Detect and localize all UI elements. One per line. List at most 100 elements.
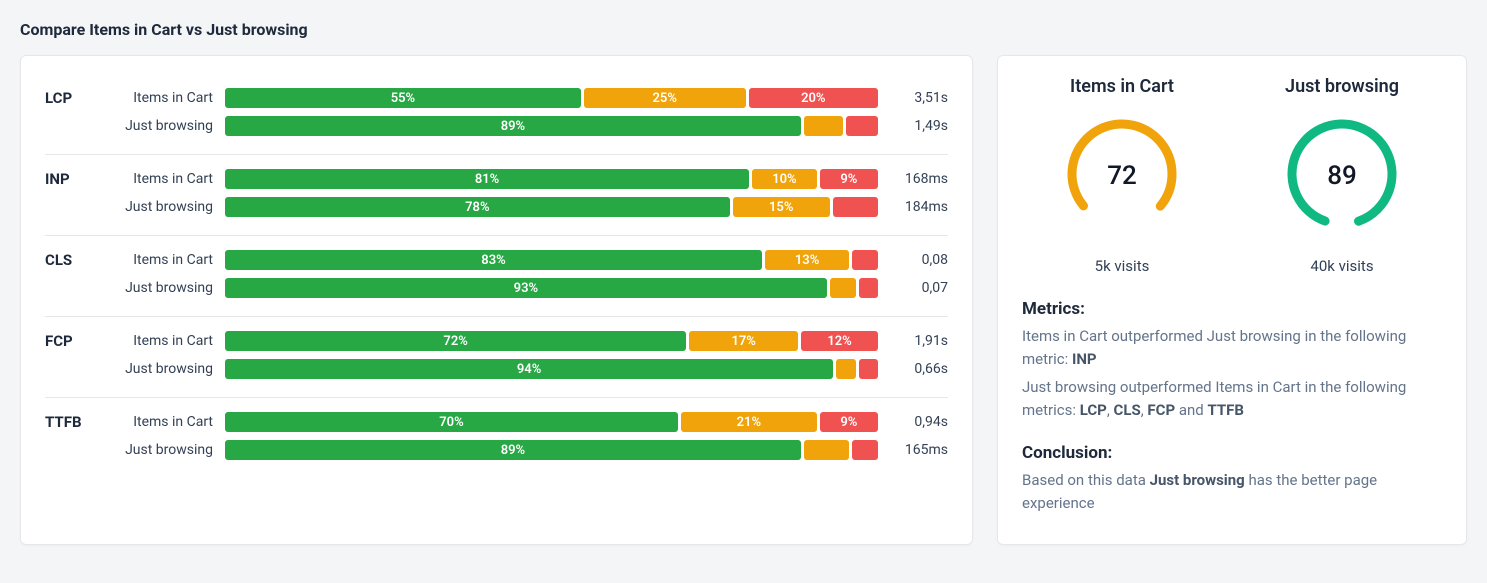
metrics-heading: Metrics: bbox=[1022, 299, 1442, 319]
metric-value: 3,51s bbox=[878, 90, 948, 106]
gauge-score: 89 bbox=[1327, 161, 1357, 191]
stacked-bar: 93% bbox=[225, 278, 878, 298]
gauge: Items in Cart 72 5k visits bbox=[1057, 76, 1187, 275]
series-name: Items in Cart bbox=[105, 90, 225, 106]
bar-segment-bad bbox=[846, 116, 878, 136]
conclusion-text: Based on this data Just browsing has the… bbox=[1022, 469, 1442, 514]
bar-segment-warn: 15% bbox=[733, 197, 830, 217]
series-name: Just browsing bbox=[105, 280, 225, 296]
metric-row: LCPItems in Cart55%25%20%3,51s bbox=[45, 84, 948, 112]
metric-name: LCP bbox=[45, 89, 105, 107]
metric-name: CLS bbox=[45, 251, 105, 269]
stacked-bar: 78%15% bbox=[225, 197, 878, 217]
metric-value: 168ms bbox=[878, 171, 948, 187]
gauge-visits: 40k visits bbox=[1277, 257, 1407, 275]
bar-segment-warn: 17% bbox=[689, 331, 798, 351]
bar-segment-warn: 25% bbox=[584, 88, 746, 108]
series-name: Just browsing bbox=[105, 199, 225, 215]
bar-segment-warn bbox=[830, 278, 856, 298]
metric-row: Just browsing89% 1,49s bbox=[45, 112, 948, 140]
metric-value: 165ms bbox=[878, 442, 948, 458]
metric-value: 0,07 bbox=[878, 280, 948, 296]
summary-card: Items in Cart 72 5k visits Just browsing 89 4… bbox=[997, 55, 1467, 545]
metric-row: CLSItems in Cart83%13%0,08 bbox=[45, 246, 948, 274]
bar-segment-good: 72% bbox=[225, 331, 686, 351]
series-name: Items in Cart bbox=[105, 333, 225, 349]
stacked-bar: 89% bbox=[225, 440, 878, 460]
bar-segment-good: 70% bbox=[225, 412, 678, 432]
gauge-ring-icon: 72 bbox=[1057, 109, 1187, 239]
stacked-bar: 70%21%9% bbox=[225, 412, 878, 432]
gauge-visits: 5k visits bbox=[1057, 257, 1187, 275]
bar-segment-bad: 12% bbox=[801, 331, 878, 351]
bar-segment-warn bbox=[804, 116, 843, 136]
bar-segment-good: 93% bbox=[225, 278, 827, 298]
metric-row: Just browsing89% 165ms bbox=[45, 436, 948, 464]
bar-segment-bad: 9% bbox=[820, 412, 878, 432]
conclusion-heading: Conclusion: bbox=[1022, 443, 1442, 463]
gauge: Just browsing 89 40k visits bbox=[1277, 76, 1407, 275]
bar-segment-good: 89% bbox=[225, 116, 801, 136]
stacked-bar: 55%25%20% bbox=[225, 88, 878, 108]
metric-row: INPItems in Cart81%10%9%168ms bbox=[45, 165, 948, 193]
bar-segment-bad: 20% bbox=[749, 88, 878, 108]
metric-value: 184ms bbox=[878, 199, 948, 215]
gauges-row: Items in Cart 72 5k visits Just browsing 89 4… bbox=[1022, 76, 1442, 275]
bar-segment-good: 81% bbox=[225, 169, 749, 189]
bar-segment-warn: 13% bbox=[765, 250, 849, 270]
bar-segment-warn bbox=[804, 440, 849, 460]
metric-name: FCP bbox=[45, 332, 105, 350]
metric-name: TTFB bbox=[45, 413, 105, 431]
series-name: Items in Cart bbox=[105, 414, 225, 430]
stacked-bar: 81%10%9% bbox=[225, 169, 878, 189]
metric-value: 0,08 bbox=[878, 252, 948, 268]
metric-value: 1,49s bbox=[878, 118, 948, 134]
bar-segment-warn bbox=[836, 359, 855, 379]
stacked-bar: 89% bbox=[225, 116, 878, 136]
summary-line-1: Items in Cart outperformed Just browsing… bbox=[1022, 325, 1442, 370]
stacked-bar: 83%13% bbox=[225, 250, 878, 270]
bar-segment-bad bbox=[859, 359, 878, 379]
metric-block-cls: CLSItems in Cart83%13%0,08Just browsing9… bbox=[45, 236, 948, 317]
metric-value: 0,66s bbox=[878, 361, 948, 377]
series-name: Just browsing bbox=[105, 118, 225, 134]
metric-block-ttfb: TTFBItems in Cart70%21%9%0,94sJust brows… bbox=[45, 398, 948, 468]
metric-row: FCPItems in Cart72%17%12%1,91s bbox=[45, 327, 948, 355]
bar-segment-warn: 10% bbox=[752, 169, 817, 189]
series-name: Items in Cart bbox=[105, 252, 225, 268]
gauge-score: 72 bbox=[1107, 161, 1137, 191]
metric-row: Just browsing94% 0,66s bbox=[45, 355, 948, 383]
bar-segment-bad bbox=[859, 278, 878, 298]
bar-segment-good: 83% bbox=[225, 250, 762, 270]
metric-row: Just browsing78%15%184ms bbox=[45, 193, 948, 221]
bar-segment-good: 55% bbox=[225, 88, 581, 108]
bar-segment-bad bbox=[852, 440, 878, 460]
page-title: Compare Items in Cart vs Just browsing bbox=[20, 20, 1467, 39]
bar-segment-good: 78% bbox=[225, 197, 730, 217]
metric-name: INP bbox=[45, 170, 105, 188]
gauge-title: Items in Cart bbox=[1057, 76, 1187, 97]
metric-row: TTFBItems in Cart70%21%9%0,94s bbox=[45, 408, 948, 436]
metric-block-fcp: FCPItems in Cart72%17%12%1,91sJust brows… bbox=[45, 317, 948, 398]
bar-segment-good: 89% bbox=[225, 440, 801, 460]
bar-segment-bad: 9% bbox=[820, 169, 878, 189]
bar-segment-bad bbox=[833, 197, 878, 217]
series-name: Just browsing bbox=[105, 442, 225, 458]
bar-segment-warn: 21% bbox=[681, 412, 817, 432]
series-name: Items in Cart bbox=[105, 171, 225, 187]
metrics-card: LCPItems in Cart55%25%20%3,51sJust brows… bbox=[20, 55, 973, 545]
gauge-title: Just browsing bbox=[1277, 76, 1407, 97]
metric-block-lcp: LCPItems in Cart55%25%20%3,51sJust brows… bbox=[45, 74, 948, 155]
panels: LCPItems in Cart55%25%20%3,51sJust brows… bbox=[20, 55, 1467, 545]
bar-segment-bad bbox=[852, 250, 878, 270]
summary-line-2: Just browsing outperformed Items in Cart… bbox=[1022, 376, 1442, 421]
gauge-ring-icon: 89 bbox=[1277, 109, 1407, 239]
bar-segment-good: 94% bbox=[225, 359, 833, 379]
metric-block-inp: INPItems in Cart81%10%9%168ms Just browsi… bbox=[45, 155, 948, 236]
stacked-bar: 72%17%12% bbox=[225, 331, 878, 351]
metric-value: 0,94s bbox=[878, 414, 948, 430]
stacked-bar: 94% bbox=[225, 359, 878, 379]
metric-value: 1,91s bbox=[878, 333, 948, 349]
series-name: Just browsing bbox=[105, 361, 225, 377]
metric-row: Just browsing93% 0,07 bbox=[45, 274, 948, 302]
